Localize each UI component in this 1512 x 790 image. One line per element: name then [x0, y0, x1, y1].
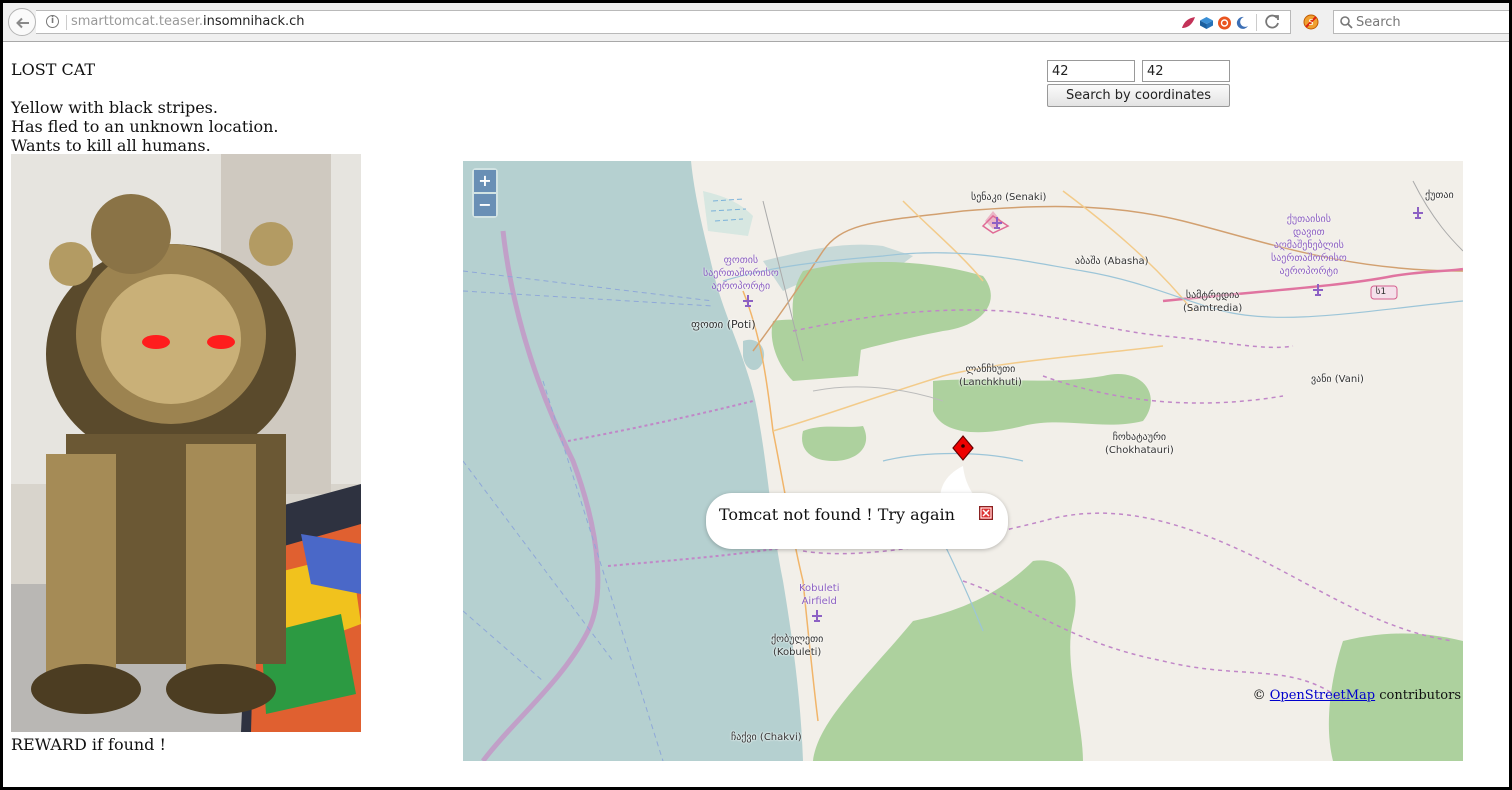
reward-text: REWARD if found !: [11, 735, 166, 754]
addon-ubuntu-icon[interactable]: [1217, 16, 1232, 30]
road-shield: ს1: [1375, 287, 1387, 297]
url-bar[interactable]: i smarttomcat.teaser.insomnihack.ch: [36, 10, 1291, 34]
addon-leaf-icon[interactable]: [1181, 16, 1196, 30]
search-input[interactable]: [1356, 11, 1506, 33]
search-icon: [1340, 16, 1353, 29]
description-line: Wants to kill all humans.: [11, 136, 211, 155]
page-content: LOST CAT Yellow with black stripes. Has …: [3, 42, 1509, 787]
location-marker-icon: [952, 435, 974, 461]
place-label: ჩოხატაური (Chokhatauri): [1105, 432, 1174, 456]
place-label: ჩაქვი (Chakvi): [731, 732, 802, 743]
browser-window: i smarttomcat.teaser.insomnihack.ch S LO…: [3, 3, 1509, 787]
map-popup: Tomcat not found ! Try again: [706, 493, 1008, 549]
url-divider: [66, 15, 67, 30]
browser-toolbar: i smarttomcat.teaser.insomnihack.ch S: [3, 3, 1509, 42]
addon-moon-icon[interactable]: [1234, 16, 1249, 30]
popup-close-button[interactable]: [979, 506, 993, 520]
latitude-input[interactable]: [1047, 60, 1135, 82]
airport-icon: [743, 295, 753, 307]
robot-cat-photo: [11, 154, 361, 732]
noscript-icon[interactable]: S: [1303, 14, 1319, 30]
map-attribution: © OpenStreetMap contributors: [1252, 688, 1461, 703]
info-icon[interactable]: i: [46, 15, 59, 28]
place-label: სენაკი (Senaki): [971, 192, 1047, 203]
place-label: ვანი (Vani): [1311, 374, 1364, 385]
airport-icon: [1413, 207, 1423, 219]
place-label: სამტრედია (Samtredia): [1183, 290, 1243, 314]
place-label: აბაშა (Abasha): [1075, 256, 1149, 267]
place-label: ქუთაი: [1425, 190, 1454, 201]
page-heading: LOST CAT: [11, 60, 96, 79]
zoom-in-button[interactable]: +: [474, 170, 496, 192]
airport-label: Kobuleti Airfield: [799, 583, 840, 607]
airport-icon: [1313, 284, 1323, 296]
close-icon: [980, 507, 992, 519]
zoom-out-button[interactable]: −: [474, 194, 496, 216]
place-label: ფოთი (Poti): [691, 318, 756, 331]
place-label: ლანჩხუთი (Lanchkhuti): [959, 364, 1022, 388]
search-bar[interactable]: [1333, 10, 1509, 34]
airport-icon: [812, 610, 822, 622]
reload-icon[interactable]: [1263, 14, 1283, 30]
search-coordinates-button[interactable]: Search by coordinates: [1047, 84, 1230, 107]
airport-label: ქუთაისის დავით აღმაშენებლის საერთაშორისო აერ…: [1271, 214, 1347, 277]
airport-icon: [992, 217, 1002, 229]
airport-label: ფოთის საერთაშორისო აეროპორტი: [703, 255, 779, 292]
svg-text:S: S: [1308, 18, 1313, 27]
reload-divider: [1256, 14, 1257, 31]
back-button[interactable]: [8, 8, 36, 36]
description-line: Has fled to an unknown location.: [11, 117, 279, 136]
openstreetmap-link[interactable]: OpenStreetMap: [1270, 688, 1375, 703]
popup-message: Tomcat not found ! Try again: [719, 505, 955, 524]
place-label: ქობულეთი (Kobuleti): [771, 634, 824, 658]
map-view[interactable]: + − სენაკი (Senaki) ქუთაი აბაშა (Abasha)…: [463, 161, 1463, 761]
back-arrow-icon: [16, 17, 29, 29]
description-line: Yellow with black stripes.: [11, 98, 218, 117]
longitude-input[interactable]: [1142, 60, 1230, 82]
addon-cube-icon[interactable]: [1199, 16, 1214, 30]
url-text: smarttomcat.teaser.insomnihack.ch: [71, 14, 305, 29]
